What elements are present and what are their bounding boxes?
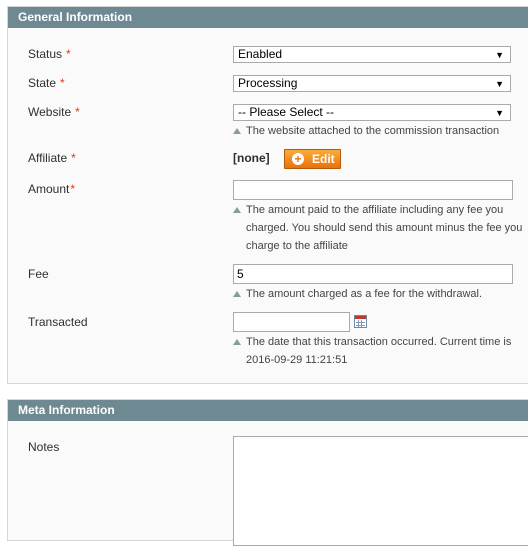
plus-icon: + [292,153,304,165]
amount-label: Amount* [28,182,76,196]
affiliate-label: Affiliate * [28,151,76,165]
section-title: General Information [8,7,528,28]
status-select[interactable]: Enabled ▼ [233,46,511,63]
transacted-date-input[interactable] [233,312,350,332]
affiliate-value: [none] [233,151,270,165]
note-triangle-icon [233,339,241,345]
amount-note: The amount paid to the affiliate includi… [233,201,525,255]
state-label: State * [28,76,65,90]
state-value: Processing [238,76,298,90]
website-label: Website * [28,105,80,119]
amount-input[interactable] [233,180,513,200]
edit-affiliate-button[interactable]: + Edit [284,149,341,169]
transacted-note: The date that this transaction occurred.… [233,333,525,369]
fee-input[interactable]: 5 [233,264,513,284]
fee-note: The amount charged as a fee for the with… [233,285,525,303]
dropdown-arrow-icon: ▼ [495,50,504,60]
calendar-icon[interactable] [354,315,367,328]
status-value: Enabled [238,47,283,61]
website-select[interactable]: -- Please Select -- ▼ [233,104,511,121]
state-select[interactable]: Processing ▼ [233,75,511,92]
meta-information-section: Meta Information Notes [7,399,528,546]
status-label: Status * [28,47,71,61]
notes-label: Notes [28,440,60,454]
website-value: -- Please Select -- [238,105,335,119]
dropdown-arrow-icon: ▼ [495,108,504,118]
note-triangle-icon [233,291,241,297]
dropdown-arrow-icon: ▼ [495,79,504,89]
notes-textarea[interactable] [233,436,528,546]
section-title: Meta Information [8,400,528,421]
general-information-section: General Information Status * Enabled ▼ St… [7,6,528,384]
fee-label: Fee [28,267,49,281]
website-note: The website attached to the commission t… [233,122,525,140]
note-triangle-icon [233,207,241,213]
transacted-label: Transacted [28,315,88,329]
note-triangle-icon [233,128,241,134]
